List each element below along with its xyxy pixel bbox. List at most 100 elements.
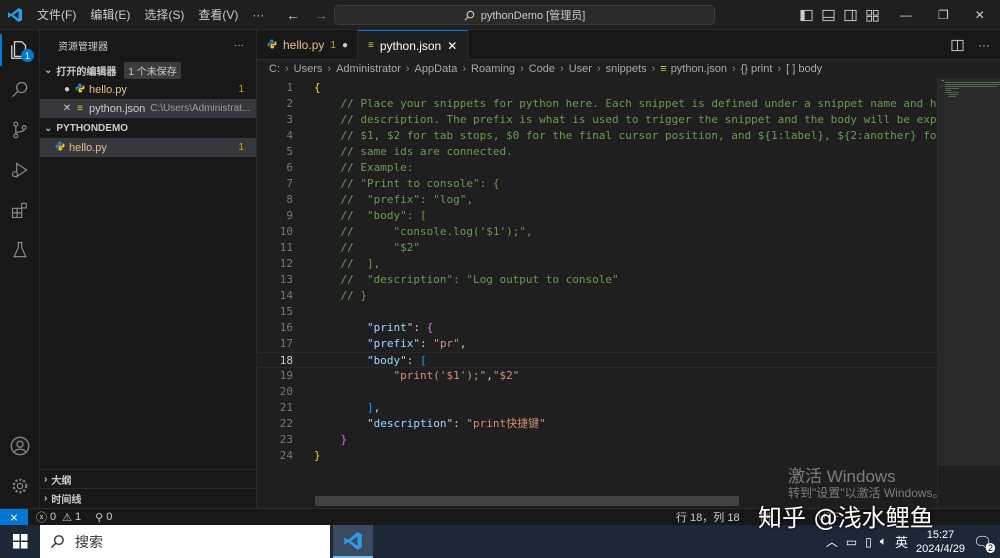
problems-status[interactable]: ⓧ 0 ⚠ 1 — [36, 509, 81, 525]
network-icon[interactable]: ▭ — [846, 535, 857, 549]
ime-indicator[interactable]: 英 — [895, 532, 908, 551]
breadcrumb-item[interactable]: python.json — [671, 63, 727, 75]
outline-section[interactable]: › 大纲 — [40, 469, 257, 489]
breadcrumb-item[interactable]: Users — [294, 63, 323, 75]
code-line[interactable]: 15 — [257, 304, 937, 320]
code-line[interactable]: 22 "description": "print快捷键" — [257, 416, 937, 432]
minimap-slider[interactable] — [938, 78, 1000, 466]
open-editors-header[interactable]: ⌄ 打开的编辑器 1 个未保存 — [40, 60, 256, 80]
unsaved-dot-icon[interactable]: ● — [60, 84, 74, 95]
breadcrumb-item[interactable]: Code — [529, 63, 555, 75]
close-icon[interactable]: ✕ — [447, 39, 457, 53]
menu-edit[interactable]: 编辑(E) — [83, 0, 137, 30]
breadcrumb-item[interactable]: Administrator — [336, 63, 401, 75]
code-line[interactable]: 10 // "console.log('$1');", — [257, 224, 937, 240]
breadcrumb-item[interactable]: {} print — [741, 63, 773, 75]
sidebar-header: 资源管理器 ··· — [40, 30, 256, 60]
restore-icon[interactable]: ❐ — [938, 8, 949, 22]
breadcrumb-item[interactable]: User — [569, 63, 592, 75]
code-line[interactable]: 17 "prefix": "pr", — [257, 336, 937, 352]
timeline-section[interactable]: › 时间线 — [40, 488, 257, 508]
search-activity[interactable] — [0, 70, 40, 110]
customize-layout-icon[interactable] — [866, 9, 879, 22]
code-line[interactable]: 1{ — [257, 80, 937, 96]
code-line[interactable]: 3 // description. The prefix is what is … — [257, 112, 937, 128]
code-line[interactable]: 13 // "description": "Log output to cons… — [257, 272, 937, 288]
code-line[interactable]: 7 // "Print to console": { — [257, 176, 937, 192]
menu-selection[interactable]: 选择(S) — [137, 0, 191, 30]
ports-status[interactable]: ⚲ 0 — [95, 511, 112, 524]
taskbar-vscode[interactable] — [333, 525, 373, 558]
manage-activity[interactable] — [0, 466, 40, 506]
breadcrumb-item[interactable]: C: — [269, 63, 280, 75]
code-line[interactable]: 5 // same ids are connected. — [257, 144, 937, 160]
breadcrumb-item[interactable]: AppData — [415, 63, 458, 75]
code-editor[interactable]: 1{2 // Place your snippets for python he… — [257, 78, 937, 494]
code-line[interactable]: 2 // Place your snippets for python here… — [257, 96, 937, 112]
line-number: 9 — [286, 209, 293, 222]
close-icon[interactable]: ✕ — [60, 103, 74, 114]
project-header[interactable]: ⌄ PYTHONDEMO — [40, 118, 256, 138]
code-line[interactable]: 18 "body": [ — [257, 352, 937, 368]
code-line[interactable]: 14 // } — [257, 288, 937, 304]
breadcrumb-item[interactable]: snippets — [606, 63, 647, 75]
taskbar-search[interactable]: 搜索 — [40, 525, 330, 558]
menu-more[interactable]: ··· — [245, 0, 271, 30]
explorer-activity[interactable]: 1 — [0, 30, 40, 70]
code-text: // "$2" — [340, 241, 420, 254]
breadcrumb-item[interactable]: Roaming — [471, 63, 515, 75]
unsaved-dot-icon[interactable]: ● — [342, 40, 348, 51]
code-text: "body": [ — [366, 354, 427, 367]
more-actions-icon[interactable]: ··· — [978, 38, 990, 52]
minimap[interactable] — [937, 78, 1000, 508]
toggle-panel-icon[interactable] — [822, 9, 835, 22]
chevron-up-icon[interactable]: ︿ — [826, 533, 838, 550]
command-center[interactable]: pythonDemo [管理员] — [334, 5, 715, 25]
minimize-icon[interactable]: — — [900, 8, 912, 22]
code-line[interactable]: 12 // ], — [257, 256, 937, 272]
code-line[interactable]: 16 "print": { — [257, 320, 937, 336]
code-line[interactable]: 21 ], — [257, 400, 937, 416]
more-actions-icon[interactable]: ··· — [234, 40, 244, 51]
code-text: // Place your snippets for python here. … — [340, 97, 938, 110]
code-line[interactable]: 11 // "$2" — [257, 240, 937, 256]
extensions-activity[interactable] — [0, 190, 40, 230]
battery-icon[interactable]: ▯ — [865, 535, 872, 549]
code-line[interactable]: 8 // "prefix": "log", — [257, 192, 937, 208]
menu-view[interactable]: 查看(V) — [191, 0, 245, 30]
horizontal-scrollbar[interactable] — [315, 496, 739, 506]
json-file-icon: ≡ — [368, 40, 374, 51]
open-editor-hello[interactable]: ● hello.py 1 — [40, 80, 256, 99]
split-editor-icon[interactable] — [951, 39, 964, 52]
open-editor-python-json[interactable]: ✕ ≡ python.json C:\Users\Administrat... — [40, 99, 256, 118]
source-control-activity[interactable] — [0, 110, 40, 150]
volume-icon[interactable]: 🔈︎ — [880, 534, 887, 549]
code-line[interactable]: 6 // Example: — [257, 160, 937, 176]
notification-center[interactable]: 🗨︎ 2 — [973, 533, 995, 553]
forward-arrow-icon[interactable]: → — [314, 7, 328, 23]
tab-python-json[interactable]: ≡ python.json ✕ — [358, 30, 468, 60]
menu-file[interactable]: 文件(F) — [30, 0, 83, 30]
tab-hello-py[interactable]: hello.py 1 ● — [257, 30, 358, 60]
toggle-secondary-sidebar-icon[interactable] — [844, 9, 857, 22]
testing-activity[interactable] — [0, 230, 40, 270]
toggle-primary-sidebar-icon[interactable] — [800, 9, 813, 22]
code-line[interactable]: 9 // "body": [ — [257, 208, 937, 224]
cursor-position[interactable]: 行 18，列 18 — [676, 509, 740, 525]
back-arrow-icon[interactable]: ← — [286, 7, 300, 23]
line-number: 19 — [279, 369, 293, 382]
code-line[interactable]: 4 // $1, $2 for tab stops, $0 for the fi… — [257, 128, 937, 144]
start-button[interactable] — [0, 525, 40, 558]
remote-indicator[interactable]: ⨯ — [0, 508, 28, 526]
run-debug-activity[interactable] — [0, 150, 40, 190]
line-number: 7 — [286, 177, 293, 190]
python-file-icon — [74, 83, 86, 96]
file-path: C:\Users\Administrat... — [150, 103, 251, 114]
breadcrumb-item[interactable]: [ ] body — [786, 63, 822, 75]
close-window-icon[interactable]: ✕ — [975, 8, 985, 22]
accounts-activity[interactable] — [0, 426, 40, 466]
project-file-hello[interactable]: hello.py 1 — [40, 138, 256, 157]
code-line[interactable]: 19 "print('$1');","$2" — [257, 368, 937, 384]
code-line[interactable]: 20 — [257, 384, 937, 400]
code-line[interactable]: 23 } — [257, 432, 937, 448]
